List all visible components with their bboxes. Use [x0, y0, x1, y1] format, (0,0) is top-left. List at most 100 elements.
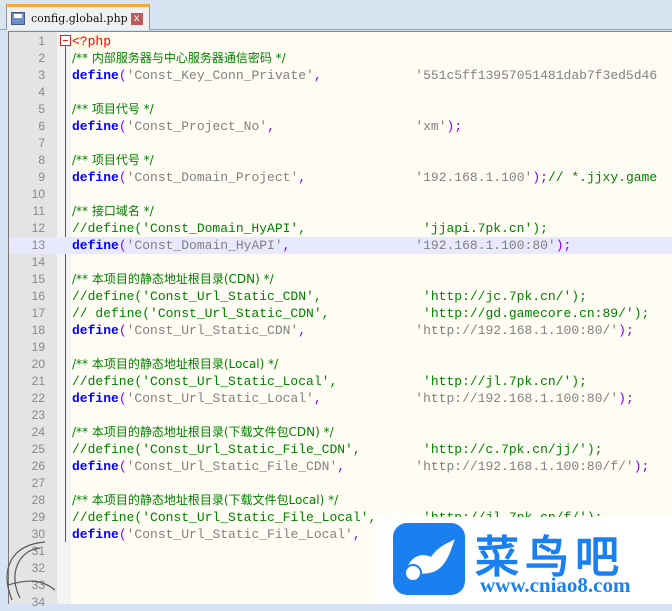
- code-token: ,: [298, 170, 307, 185]
- code-line[interactable]: 19: [9, 339, 672, 356]
- line-code: /** 项目代号 */: [72, 152, 154, 169]
- line-number: 7: [38, 136, 45, 150]
- code-token: //define('Const_Url_Static_CDN', 'http:/…: [72, 289, 587, 304]
- code-token: );: [532, 170, 548, 185]
- code-line[interactable]: 6 define('Const_Project_No', 'xm');: [9, 118, 672, 135]
- code-line[interactable]: 20 /** 本项目的静态地址根目录(Local) */: [9, 356, 672, 373]
- line-number: 19: [31, 340, 45, 354]
- code-token: 'Const_Domain_Project': [126, 170, 299, 185]
- line-code: define('Const_Key_Conn_Private', '551c5f…: [72, 67, 657, 84]
- code-line[interactable]: 5 /** 项目代号 */: [9, 101, 672, 118]
- line-number: 9: [38, 170, 45, 184]
- code-line[interactable]: 27: [9, 475, 672, 492]
- line-number: 20: [31, 357, 45, 371]
- code-token: (: [118, 323, 127, 338]
- line-number: 27: [31, 476, 45, 490]
- code-token: ,: [337, 459, 346, 474]
- code-token: (: [118, 238, 127, 253]
- code-line[interactable]: 9 define('Const_Domain_Project', '192.168…: [9, 169, 672, 186]
- code-token: //define('Const_Url_Static_File_CDN', 'h…: [72, 442, 603, 457]
- line-number: 15: [31, 272, 45, 286]
- code-line[interactable]: 12 //define('Const_Domain_HyAPI', 'jjapi.…: [9, 220, 672, 237]
- code-line[interactable]: 23: [9, 407, 672, 424]
- bird-logo-icon: [393, 523, 465, 595]
- line-number: 16: [31, 289, 45, 303]
- code-token: ,: [267, 119, 275, 134]
- line-number: 8: [38, 153, 45, 167]
- code-token: (: [118, 527, 127, 542]
- line-code: define('Const_Url_Static_Local', 'http:/…: [72, 390, 634, 407]
- code-line[interactable]: 2 /** 内部服务器与中心服务器通信密码 */: [9, 50, 672, 67]
- tab-filename: config.global.php: [31, 12, 128, 25]
- code-line[interactable]: 24 /** 本项目的静态地址根目录(下载文件包CDN) */: [9, 424, 672, 441]
- code-token: //define('Const_Url_Static_Local', 'http…: [72, 374, 587, 389]
- code-line[interactable]: 3 define('Const_Key_Conn_Private', '551c5…: [9, 67, 672, 84]
- code-token: <?php: [72, 34, 112, 49]
- line-number: 29: [31, 510, 45, 524]
- code-token: define: [72, 527, 119, 542]
- code-token: 'http://192.168.1.100:80/': [415, 391, 619, 406]
- code-token: '551c5ff13957051481dab7f3ed5d46: [415, 68, 658, 83]
- code-line[interactable]: 15 /** 本项目的静态地址根目录(CDN) */: [9, 271, 672, 288]
- code-token: define: [72, 391, 119, 406]
- line-code: define('Const_Project_No', 'xm');: [72, 118, 462, 135]
- code-token: define: [72, 459, 119, 474]
- code-line[interactable]: 10: [9, 186, 672, 203]
- line-code: /** 内部服务器与中心服务器通信密码 */: [72, 50, 286, 67]
- line-number: 2: [38, 51, 45, 65]
- code-token: (: [118, 459, 127, 474]
- line-code: define('Const_Domain_Project', '192.168.…: [72, 169, 657, 186]
- code-line[interactable]: 25 //define('Const_Url_Static_File_CDN', …: [9, 441, 672, 458]
- code-token: 'Const_Url_Static_File_CDN': [126, 459, 338, 474]
- code-line[interactable]: 4: [9, 84, 672, 101]
- line-number: 22: [31, 391, 45, 405]
- code-token: //define('Const_Domain_HyAPI', 'jjapi.7p…: [72, 221, 548, 236]
- code-line[interactable]: 28 /** 本项目的静态地址根目录(下载文件包Local) */: [9, 492, 672, 509]
- code-line[interactable]: 7: [9, 135, 672, 152]
- code-token: // define('Const_Url_Static_CDN', 'http:…: [72, 306, 650, 321]
- code-token: /** 本项目的静态地址根目录(下载文件包CDN) */: [72, 425, 334, 439]
- line-number: 6: [38, 119, 45, 133]
- line-code: /** 项目代号 */: [72, 101, 154, 118]
- line-number: 12: [31, 221, 45, 235]
- code-line[interactable]: 8 /** 项目代号 */: [9, 152, 672, 169]
- tab-close-icon[interactable]: x: [130, 12, 143, 25]
- code-token: 'http://192.168.1.100:80/': [415, 323, 619, 338]
- code-line[interactable]: 26 define('Const_Url_Static_File_CDN', 'h…: [9, 458, 672, 475]
- line-code: /** 本项目的静态地址根目录(下载文件包CDN) */: [72, 424, 334, 441]
- code-line[interactable]: 18 define('Const_Url_Static_CDN', 'http:/…: [9, 322, 672, 339]
- code-line[interactable]: 17 // define('Const_Url_Static_CDN', 'htt…: [9, 305, 672, 322]
- code-token: (: [118, 68, 127, 83]
- line-code: /** 本项目的静态地址根目录(下载文件包Local) */: [72, 492, 338, 509]
- line-number: 18: [31, 323, 45, 337]
- code-line[interactable]: 11 /** 接口域名 */: [9, 203, 672, 220]
- code-token: (: [118, 170, 127, 185]
- code-line[interactable]: 16 //define('Const_Url_Static_CDN', 'http…: [9, 288, 672, 305]
- tab-config-global-php[interactable]: config.global.php x: [6, 4, 150, 30]
- line-code: //define('Const_Domain_HyAPI', 'jjapi.7p…: [72, 220, 548, 237]
- code-token: define: [72, 68, 119, 83]
- code-line[interactable]: 1 <?php: [9, 33, 672, 50]
- code-line[interactable]: 13 define('Const_Domain_HyAPI', '192.168.…: [9, 237, 672, 254]
- line-number: 10: [31, 187, 45, 201]
- code-token: );: [633, 459, 650, 474]
- save-icon: [11, 12, 25, 25]
- fold-collapse-icon[interactable]: [60, 35, 71, 46]
- code-token: );: [446, 119, 463, 134]
- line-number: 26: [31, 459, 45, 473]
- code-line[interactable]: 22 define('Const_Url_Static_Local', 'http…: [9, 390, 672, 407]
- line-number: 5: [38, 102, 45, 116]
- code-token: 'Const_Key_Conn_Private': [126, 68, 314, 83]
- code-line[interactable]: 21 //define('Const_Url_Static_Local', 'ht…: [9, 373, 672, 390]
- code-token: ,: [313, 391, 322, 406]
- line-number: 14: [31, 255, 45, 269]
- code-line[interactable]: 14: [9, 254, 672, 271]
- code-token: /** 本项目的静态地址根目录(CDN) */: [72, 272, 274, 286]
- line-number: 3: [38, 68, 45, 82]
- code-token: );: [618, 323, 634, 338]
- line-number: 17: [31, 306, 45, 320]
